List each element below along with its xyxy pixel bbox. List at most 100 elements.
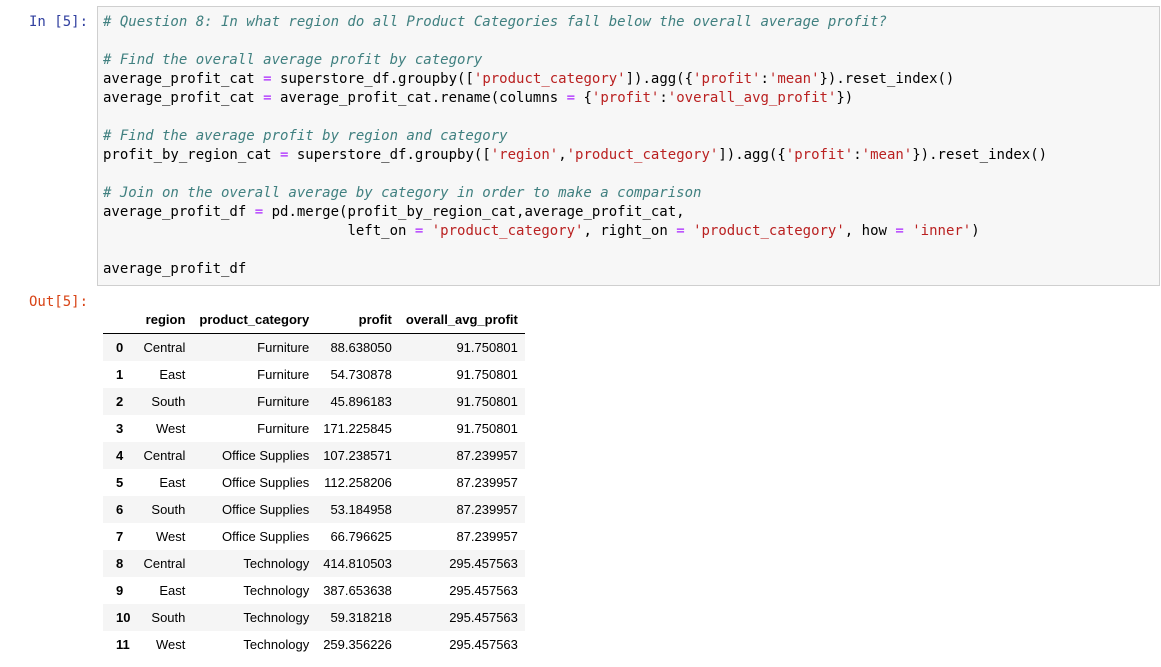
code-token: left_on [347,223,415,239]
table-row: 3 West Furniture 171.225845 91.750801 [103,415,525,442]
code-token: }).reset_index() [912,147,1048,163]
cell-region: Central [143,340,186,355]
cell-profit: 414.810503 [323,556,392,571]
cell-product-category: Technology [243,556,310,571]
cell-overall-avg-profit: 91.750801 [456,367,518,382]
cell-overall-avg-profit: 91.750801 [456,340,518,355]
code-string: 'overall_avg_profit' [667,90,837,106]
code-token: : [659,90,668,106]
cell-product-category: Furniture [257,367,310,382]
cell-product-category: Office Supplies [222,502,310,517]
row-index: 7 [116,529,124,544]
cell-overall-avg-profit: 295.457563 [449,583,518,598]
code-string: 'region' [490,147,559,163]
cell-profit: 259.356226 [323,637,392,652]
cell-product-category: Office Supplies [222,529,310,544]
table-row: 0 Central Furniture 88.638050 91.750801 [103,333,525,361]
input-prompt: In [5]: [29,14,89,30]
code-operator: = [263,71,272,87]
cell-overall-avg-profit: 91.750801 [456,394,518,409]
cell-profit: 88.638050 [330,340,392,355]
code-token: average_profit_df [103,204,255,220]
cell-overall-avg-profit: 295.457563 [449,556,518,571]
column-header-profit: profit [316,306,399,334]
cell-region: West [156,637,186,652]
table-row: 4 Central Office Supplies 107.238571 87.2399… [103,442,525,469]
cell-overall-avg-profit: 87.239957 [456,475,518,490]
code-comment: # Question 8: In what region do all Prod… [103,14,887,30]
code-string: 'profit' [591,90,660,106]
cell-product-category: Technology [243,583,310,598]
row-index: 3 [116,421,124,436]
row-index: 8 [116,556,124,571]
code-string: 'product_category' [566,147,719,163]
table-row: 2 South Furniture 45.896183 91.750801 [103,388,525,415]
cell-region: East [159,367,186,382]
cell-overall-avg-profit: 87.239957 [456,529,518,544]
cell-profit: 54.730878 [330,367,392,382]
output-area: region product_category profit overall_a… [103,306,525,658]
row-index: 4 [116,448,124,463]
code-block[interactable]: # Question 8: In what region do all Prod… [103,13,1047,279]
code-token: profit_by_region_cat [103,147,281,163]
code-comment: # Find the overall average profit by cat… [103,52,483,68]
code-string: 'profit' [693,71,761,87]
code-token: average_profit_cat.rename(columns [271,90,567,106]
row-index: 5 [116,475,124,490]
code-string: 'product_category' [473,71,626,87]
code-string: 'product_category' [431,223,584,239]
cell-region: South [151,394,186,409]
table-body: 0 Central Furniture 88.638050 91.750801 1 East… [103,333,525,659]
cell-product-category: Office Supplies [222,448,310,463]
code-token: , right_on [583,223,677,239]
code-token: : [853,147,862,163]
code-operator: = [676,223,685,239]
code-operator: = [566,90,576,106]
cell-profit: 107.238571 [323,448,392,463]
cell-profit: 53.184958 [330,502,392,517]
row-index: 11 [116,637,130,652]
code-token: { [575,90,592,106]
row-index: 2 [116,394,124,409]
cell-overall-avg-profit: 295.457563 [449,610,518,625]
cell-overall-avg-profit: 295.457563 [449,637,518,652]
cell-region: Central [143,556,186,571]
cell-product-category: Technology [243,637,310,652]
table-row: 11 West Technology 259.356226 295.457563 [103,631,525,658]
code-token: , how [844,223,896,239]
dataframe-table: region product_category profit overall_a… [103,306,525,658]
code-token: superstore_df.groupby([ [288,147,491,163]
cell-product-category: Technology [243,610,310,625]
code-token: average_profit_df [103,261,247,277]
table-row: 9 East Technology 387.653638 295.457563 [103,577,525,604]
row-index: 6 [116,502,124,517]
code-string: 'profit' [785,147,854,163]
cell-overall-avg-profit: 87.239957 [456,502,518,517]
code-token: , [558,147,567,163]
index-header [103,306,137,334]
cell-profit: 112.258206 [324,475,392,490]
cell-overall-avg-profit: 87.239957 [456,448,518,463]
column-header-region: region [136,306,193,334]
code-input-area[interactable]: # Question 8: In what region do all Prod… [97,6,1160,286]
code-token: superstore_df.groupby([ [271,71,474,87]
code-string: 'mean' [768,71,820,87]
cell-profit: 66.796625 [330,529,392,544]
row-index: 1 [116,367,124,382]
column-header-product-category: product_category [192,306,317,334]
cell-region: West [156,421,186,436]
code-token: ) [971,223,980,239]
cell-region: South [151,502,186,517]
column-header-overall-avg-profit: overall_avg_profit [398,306,525,334]
code-string: 'inner' [912,223,972,239]
cell-region: East [159,475,186,490]
table-header-row: region product_category profit overall_a… [103,306,525,334]
cell-profit: 387.653638 [323,583,392,598]
code-token: pd.merge(profit_by_region_cat,average_pr… [263,204,685,220]
code-operator: = [254,204,264,220]
code-token: }).reset_index() [819,71,955,87]
table-row: 7 West Office Supplies 66.796625 87.239957 [103,523,525,550]
